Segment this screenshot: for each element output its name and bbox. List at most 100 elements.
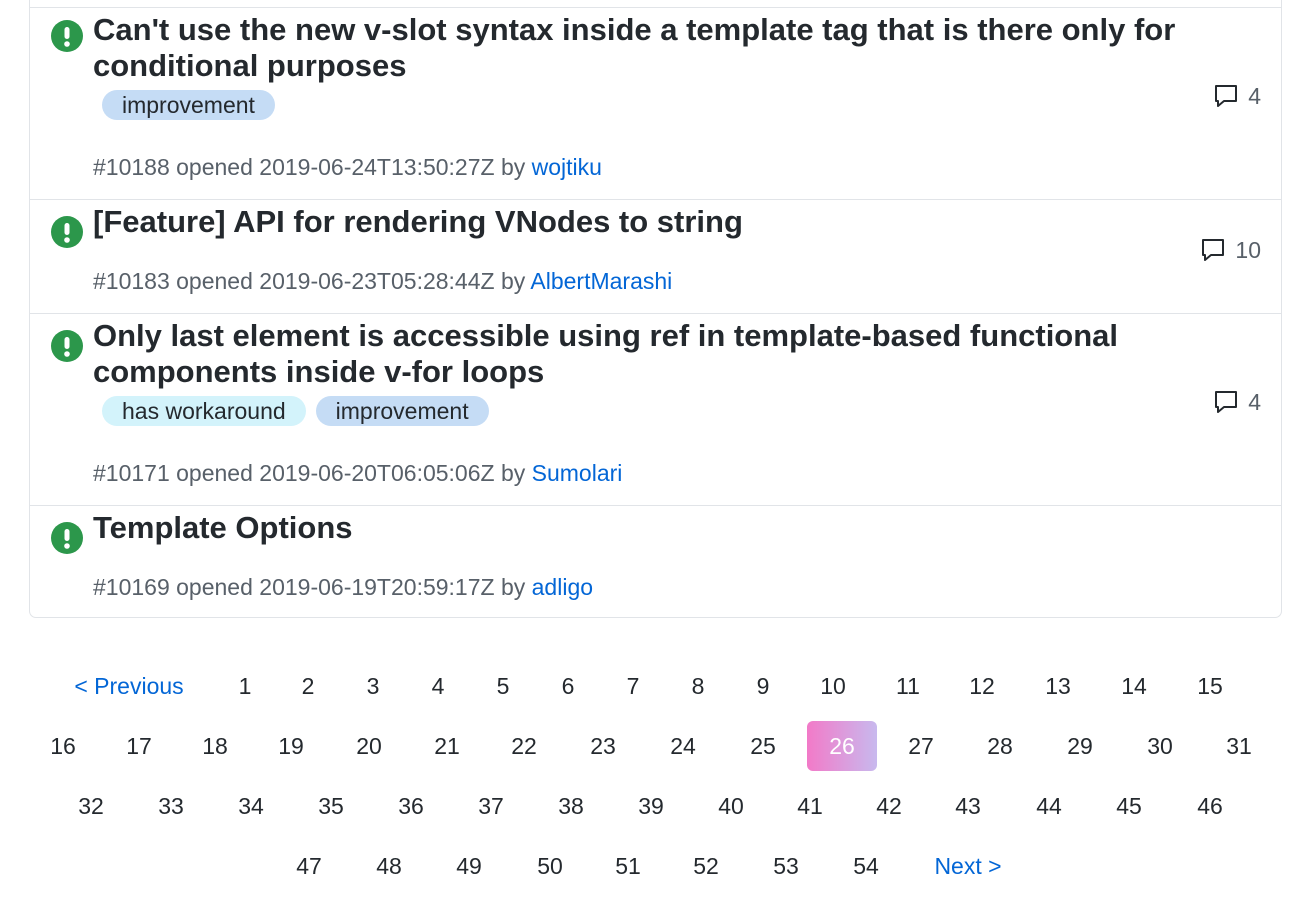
label-improvement[interactable]: improvement	[315, 396, 489, 426]
issue-number: #10169	[93, 574, 170, 600]
comment-icon	[1215, 85, 1238, 107]
by-text: by	[500, 460, 526, 486]
issue-number: #10171	[93, 460, 170, 486]
page-link[interactable]: 39	[616, 781, 686, 831]
page-link[interactable]: 6	[533, 661, 603, 711]
page-link[interactable]: 36	[376, 781, 446, 831]
comment-count[interactable]: 10	[1199, 236, 1261, 264]
page-link[interactable]: 49	[434, 841, 504, 891]
issue-meta: #10171 opened 2019-06-20T06:05:06Z by Su…	[93, 458, 622, 488]
page-link[interactable]: 42	[854, 781, 924, 831]
comment-count-value: 4	[1248, 82, 1261, 109]
page-link[interactable]: 12	[947, 661, 1017, 711]
page-link[interactable]: 51	[593, 841, 663, 891]
page-link[interactable]: 16	[28, 721, 98, 771]
issue-author-link[interactable]: AlbertMarashi	[530, 268, 672, 294]
page-link[interactable]: 28	[965, 721, 1035, 771]
page-link[interactable]: 24	[648, 721, 718, 771]
page-link[interactable]: 1	[210, 661, 280, 711]
page-link[interactable]: 4	[403, 661, 473, 711]
page-link[interactable]: 41	[775, 781, 845, 831]
page-link[interactable]: 19	[256, 721, 326, 771]
page-link[interactable]: 3	[338, 661, 408, 711]
page-link[interactable]: 52	[671, 841, 741, 891]
issue-list: Can't use the new v-slot syntax inside a…	[29, 0, 1282, 618]
issue-labels: has workaround improvement	[102, 396, 489, 426]
page-link[interactable]: 10	[798, 661, 868, 711]
page-link[interactable]: 5	[468, 661, 538, 711]
page-link[interactable]: 54	[831, 841, 901, 891]
issue-opened-icon	[51, 522, 83, 554]
page-link[interactable]: 7	[598, 661, 668, 711]
page-link[interactable]: 40	[696, 781, 766, 831]
page-link[interactable]: 50	[515, 841, 585, 891]
issue-row: [Feature] API for rendering VNodes to st…	[30, 199, 1281, 313]
issue-title[interactable]: Can't use the new v-slot syntax inside a…	[93, 12, 1188, 84]
page-link[interactable]: 43	[933, 781, 1003, 831]
page-link[interactable]: 32	[56, 781, 126, 831]
page-link[interactable]: 27	[886, 721, 956, 771]
page-link[interactable]: 9	[728, 661, 798, 711]
comment-count-value: 4	[1248, 388, 1261, 415]
issue-opened-icon	[51, 20, 83, 52]
opened-date: 2019-06-23T05:28:44Z	[259, 268, 495, 294]
page-link[interactable]: 37	[456, 781, 526, 831]
label-has-workaround[interactable]: has workaround	[102, 396, 306, 426]
issue-number: #10188	[93, 154, 170, 180]
page-link[interactable]: 15	[1175, 661, 1245, 711]
page-link[interactable]: 21	[412, 721, 482, 771]
page-link[interactable]: 25	[728, 721, 798, 771]
issue-labels: improvement	[102, 90, 275, 120]
issue-title[interactable]: [Feature] API for rendering VNodes to st…	[93, 204, 1188, 240]
issue-title[interactable]: Only last element is accessible using re…	[93, 318, 1188, 390]
page-link[interactable]: 46	[1175, 781, 1245, 831]
page-link[interactable]: 29	[1045, 721, 1115, 771]
page-link[interactable]: 8	[663, 661, 733, 711]
issue-row: Can't use the new v-slot syntax inside a…	[30, 7, 1281, 199]
issue-title[interactable]: Template Options	[93, 510, 1188, 546]
page-link[interactable]: 20	[334, 721, 404, 771]
page-link[interactable]: 33	[136, 781, 206, 831]
page-link[interactable]: 14	[1099, 661, 1169, 711]
comment-icon	[1215, 391, 1238, 413]
page-link[interactable]: 48	[354, 841, 424, 891]
opened-date: 2019-06-20T06:05:06Z	[259, 460, 495, 486]
page-link-current[interactable]: 26	[807, 721, 877, 771]
issue-row: Only last element is accessible using re…	[30, 313, 1281, 505]
opened-text: opened	[176, 154, 253, 180]
comment-count[interactable]: 4	[1212, 82, 1261, 110]
previous-page-link[interactable]: < Previous	[49, 661, 209, 711]
issue-author-link[interactable]: Sumolari	[532, 460, 623, 486]
comment-count-value: 10	[1235, 236, 1261, 263]
page-link[interactable]: 18	[180, 721, 250, 771]
next-page-link[interactable]: Next >	[888, 841, 1048, 891]
page-link[interactable]: 45	[1094, 781, 1164, 831]
issue-row: Template Options #10169 opened 2019-06-1…	[30, 505, 1281, 619]
page-link[interactable]: 38	[536, 781, 606, 831]
page-link[interactable]: 35	[296, 781, 366, 831]
issue-meta: #10188 opened 2019-06-24T13:50:27Z by wo…	[93, 152, 602, 182]
comment-count[interactable]: 4	[1212, 388, 1261, 416]
issue-opened-icon	[51, 216, 83, 248]
page-link[interactable]: 17	[104, 721, 174, 771]
issue-opened-icon	[51, 330, 83, 362]
page-link[interactable]: 34	[216, 781, 286, 831]
page-link[interactable]: 13	[1023, 661, 1093, 711]
by-text: by	[500, 574, 526, 600]
label-improvement[interactable]: improvement	[102, 90, 275, 120]
opened-text: opened	[176, 268, 253, 294]
page-link[interactable]: 23	[568, 721, 638, 771]
page-link[interactable]: 53	[751, 841, 821, 891]
page-link[interactable]: 47	[274, 841, 344, 891]
opened-date: 2019-06-24T13:50:27Z	[259, 154, 495, 180]
issue-author-link[interactable]: wojtiku	[532, 154, 602, 180]
page-link[interactable]: 31	[1204, 721, 1274, 771]
page-link[interactable]: 44	[1014, 781, 1084, 831]
issue-author-link[interactable]: adligo	[532, 574, 593, 600]
page-link[interactable]: 22	[489, 721, 559, 771]
page-link[interactable]: 2	[273, 661, 343, 711]
by-text: by	[500, 268, 526, 294]
issue-number: #10183	[93, 268, 170, 294]
page-link[interactable]: 30	[1125, 721, 1195, 771]
page-link[interactable]: 11	[873, 661, 943, 711]
